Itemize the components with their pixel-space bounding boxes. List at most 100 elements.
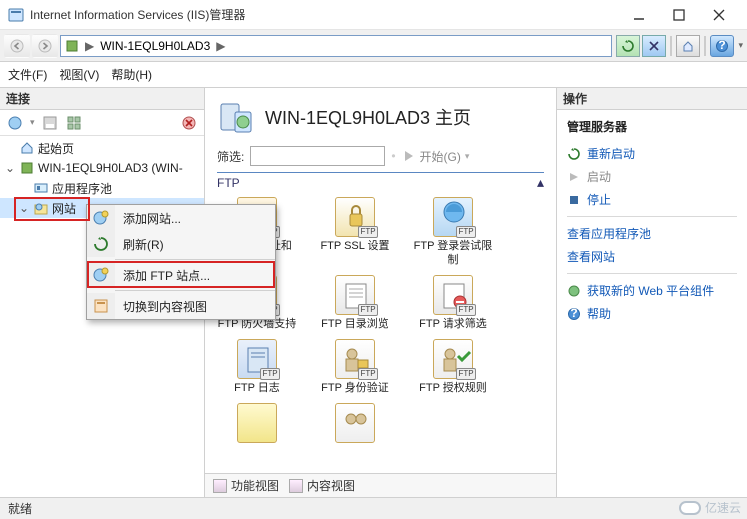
play-icon xyxy=(567,170,581,184)
iis-app-icon xyxy=(8,7,24,23)
ctx-refresh[interactable]: 刷新(R) xyxy=(87,231,275,257)
feature-ftp-logging[interactable]: FTPFTP 日志 xyxy=(217,339,297,395)
filter-bar: 筛选: • 开始(G) ▾ xyxy=(205,142,556,170)
address-bar: ▶ WIN-1EQL9H0LAD3 ▶ ? ▾ xyxy=(0,30,747,62)
menu-file[interactable]: 文件(F) xyxy=(8,66,47,83)
feature-ftp-authorization[interactable]: FTPFTP 授权规则 xyxy=(413,339,493,395)
dropdown-icon[interactable]: ▾ xyxy=(30,117,35,128)
separator xyxy=(567,273,737,274)
help-icon: ? xyxy=(567,307,581,321)
status-text: 就绪 xyxy=(8,500,32,517)
menu-view[interactable]: 视图(V) xyxy=(59,66,99,83)
twisty-icon[interactable]: ⌄ xyxy=(18,201,30,215)
server-node-icon xyxy=(20,161,34,175)
separator xyxy=(704,36,706,56)
action-stop[interactable]: 停止 xyxy=(567,191,737,208)
connections-title: 连接 xyxy=(0,88,204,110)
close-button[interactable] xyxy=(699,1,739,29)
connections-toolbar: ▾ xyxy=(0,110,204,136)
filter-label: 筛选: xyxy=(217,148,244,165)
globe-plus-icon xyxy=(87,205,115,231)
separator xyxy=(115,259,275,260)
stop-nav-button[interactable] xyxy=(642,35,666,57)
save-icon[interactable] xyxy=(41,114,59,132)
go-button[interactable]: 开始(G) ▾ xyxy=(402,148,470,165)
help-button[interactable]: ? xyxy=(710,35,734,57)
nav-forward-button[interactable] xyxy=(32,34,58,58)
page-title: WIN-1EQL9H0LAD3 主页 xyxy=(265,104,471,130)
separator xyxy=(115,290,275,291)
actions-group-manage: 管理服务器 xyxy=(567,116,737,139)
watermark-text: 亿速云 xyxy=(705,499,741,516)
menu-bar: 文件(F) 视图(V) 帮助(H) xyxy=(0,62,747,88)
action-help[interactable]: ? 帮助 xyxy=(567,305,737,322)
breadcrumb-sep-2: ▶ xyxy=(216,39,225,53)
feature-ftp-request-filtering[interactable]: FTPFTP 请求筛选 xyxy=(413,275,493,331)
filter-input[interactable] xyxy=(250,146,385,166)
refresh-button[interactable] xyxy=(616,35,640,57)
ctx-switch-content-view[interactable]: 切换到内容视图 xyxy=(87,293,275,319)
grid-icon[interactable] xyxy=(65,114,83,132)
minimize-button[interactable] xyxy=(619,1,659,29)
svg-text:?: ? xyxy=(719,40,726,52)
title-bar: Internet Information Services (IIS)管理器 xyxy=(0,0,747,30)
group-label: FTP xyxy=(217,176,537,190)
go-text: 开始(G) xyxy=(420,148,461,165)
content-view-icon xyxy=(87,293,115,319)
nav-back-button[interactable] xyxy=(4,34,30,58)
breadcrumb-host[interactable]: WIN-1EQL9H0LAD3 xyxy=(100,39,210,53)
svg-text:?: ? xyxy=(570,308,577,320)
address-field[interactable]: ▶ WIN-1EQL9H0LAD3 ▶ xyxy=(60,35,612,57)
collapse-icon[interactable]: ▴ xyxy=(537,174,544,191)
watermark: 亿速云 xyxy=(679,499,741,516)
ctx-add-site[interactable]: 添加网站... xyxy=(87,205,275,231)
view-tabs: 功能视图 内容视图 xyxy=(205,473,556,497)
action-get-webpi[interactable]: 获取新的 Web 平台组件 xyxy=(567,282,737,299)
remove-icon[interactable] xyxy=(180,114,198,132)
content-view-icon xyxy=(289,479,303,493)
go-icon xyxy=(402,149,416,163)
app-pool-icon xyxy=(34,181,48,195)
globe-plus-icon xyxy=(87,262,115,288)
ctx-add-ftp-site[interactable]: 添加 FTP 站点... xyxy=(87,262,275,288)
feature-group-header[interactable]: FTP ▴ xyxy=(217,172,544,191)
feature-extra-1[interactable] xyxy=(217,403,297,445)
feature-ftp-directory-browsing[interactable]: FTPFTP 目录浏览 xyxy=(315,275,395,331)
separator xyxy=(670,36,672,56)
menu-help[interactable]: 帮助(H) xyxy=(111,66,152,83)
action-view-pools[interactable]: 查看应用程序池 xyxy=(567,225,737,242)
feature-ftp-authentication[interactable]: FTPFTP 身份验证 xyxy=(315,339,395,395)
actions-title: 操作 xyxy=(557,88,747,110)
tree-server-label: WIN-1EQL9H0LAD3 (WIN- xyxy=(38,161,183,175)
tree-app-pools[interactable]: 应用程序池 xyxy=(0,178,204,198)
webpi-icon xyxy=(567,284,581,298)
features-view-tab[interactable]: 功能视图 xyxy=(213,477,279,494)
server-icon xyxy=(65,39,79,53)
twisty-icon[interactable]: ⌄ xyxy=(4,161,16,175)
connect-icon[interactable] xyxy=(6,114,24,132)
restart-icon xyxy=(567,147,581,161)
maximize-button[interactable] xyxy=(659,1,699,29)
page-header: WIN-1EQL9H0LAD3 主页 xyxy=(205,88,556,142)
tree-start-label: 起始页 xyxy=(38,140,74,157)
action-restart[interactable]: 重新启动 xyxy=(567,145,737,162)
feature-extra-2[interactable] xyxy=(315,403,395,445)
help-dropdown-icon[interactable]: ▾ xyxy=(738,40,743,51)
sites-context-menu: 添加网站... 刷新(R) 添加 FTP 站点... 切换到内容视图 xyxy=(86,204,276,320)
action-start[interactable]: 启动 xyxy=(567,168,737,185)
tree-server[interactable]: ⌄ WIN-1EQL9H0LAD3 (WIN- xyxy=(0,158,204,178)
home-button[interactable] xyxy=(676,35,700,57)
tree-app-pools-label: 应用程序池 xyxy=(52,180,112,197)
feature-ftp-ssl[interactable]: FTPFTP SSL 设置 xyxy=(315,197,395,267)
refresh-icon xyxy=(87,231,115,257)
action-view-sites[interactable]: 查看网站 xyxy=(567,248,737,265)
tree-start-page[interactable]: 起始页 xyxy=(0,138,204,158)
content-view-tab[interactable]: 内容视图 xyxy=(289,477,355,494)
feature-ftp-login-attempts[interactable]: FTPFTP 登录尝试限制 xyxy=(413,197,493,267)
server-page-icon xyxy=(217,98,255,136)
stop-icon xyxy=(567,193,581,207)
globe-folder-icon xyxy=(34,201,48,215)
actions-pane: 操作 管理服务器 重新启动 启动 停止 查看应用程序池 查看网站 获取新的 We… xyxy=(557,88,747,497)
separator xyxy=(567,216,737,217)
window-title: Internet Information Services (IIS)管理器 xyxy=(30,6,619,23)
